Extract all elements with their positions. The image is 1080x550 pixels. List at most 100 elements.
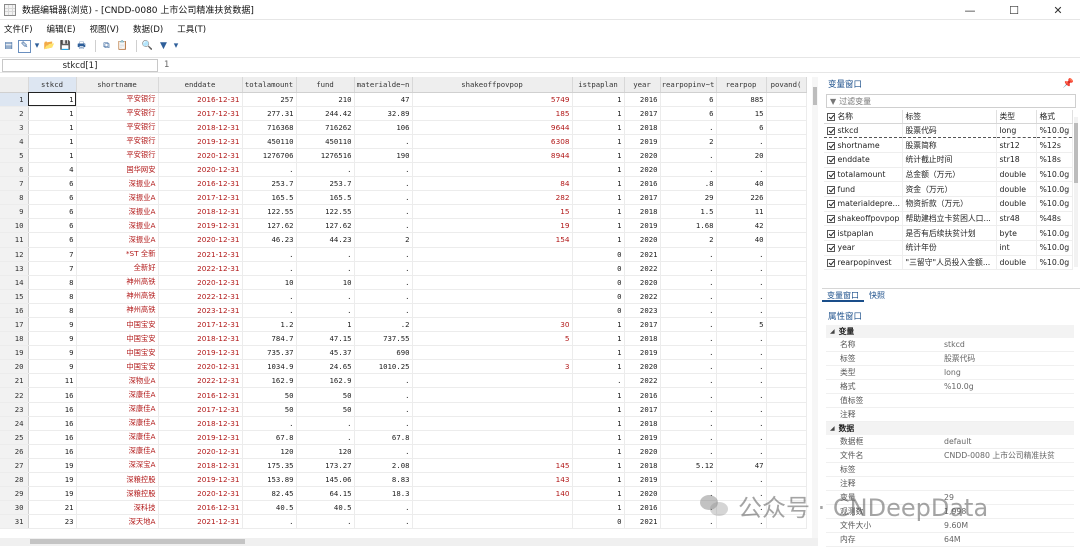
table-cell[interactable]: 1 (28, 120, 77, 135)
table-cell[interactable]: 深粮控股 (76, 486, 159, 502)
table-cell[interactable]: 深振业A (76, 176, 159, 192)
prop-group-data[interactable]: ◢ 数据 (826, 422, 1074, 435)
table-row[interactable]: 22 16 深康佳A 2016-12-31 50 50. 1 2016.. (0, 387, 807, 403)
table-cell[interactable]: 106 (354, 120, 413, 135)
variable-checkbox[interactable] (827, 244, 835, 253)
row-number[interactable]: 30 (0, 500, 29, 516)
column-header[interactable]: year (624, 77, 661, 93)
table-cell[interactable]: 中国宝安 (76, 317, 159, 333)
table-cell[interactable]: 16 (28, 416, 77, 431)
row-number[interactable]: 19 (0, 345, 29, 361)
table-row[interactable]: 30 21 深科技 2016-12-31 40.5 40.5. 1 2016.. (0, 500, 807, 516)
table-cell[interactable]: 平安银行 (76, 134, 159, 149)
table-cell[interactable] (766, 261, 807, 276)
table-row[interactable]: 25 16 深康佳A 2019-12-31 67.8. 67.8 1 2019.. (0, 430, 807, 445)
table-cell[interactable] (412, 162, 573, 178)
table-cell[interactable]: 1.68 (660, 218, 717, 234)
column-header[interactable]: materialde~n (354, 77, 413, 93)
table-cell[interactable]: . (716, 331, 767, 347)
table-cell[interactable]: 19 (28, 458, 77, 474)
table-cell[interactable]: 40.5 (296, 500, 355, 516)
table-cell[interactable]: 2016 (624, 500, 661, 516)
table-cell[interactable]: . (354, 289, 413, 304)
table-cell[interactable]: . (716, 275, 767, 290)
variable-row[interactable]: year 统计年份 int %10.0g (824, 240, 1073, 256)
table-cell[interactable]: 9 (28, 331, 77, 347)
table-cell[interactable]: 2022 (624, 289, 661, 304)
table-cell[interactable]: 50 (296, 402, 355, 417)
table-row[interactable]: 8 6 深振业A 2017-12-31 165.5 165.5. 282 1 2017 29 226 (0, 190, 807, 206)
table-cell[interactable] (766, 218, 807, 234)
table-cell[interactable]: 2017-12-31 (158, 317, 243, 333)
table-cell[interactable]: 122.55 (296, 204, 355, 220)
variable-checkbox[interactable] (827, 156, 835, 165)
table-cell[interactable]: 0 (572, 275, 625, 290)
table-row[interactable]: 24 16 深康佳A 2018-12-31... 1 2018.. (0, 416, 807, 431)
table-cell[interactable]: 深振业A (76, 218, 159, 234)
table-cell[interactable]: 140 (412, 486, 573, 502)
table-cell[interactable]: 165.5 (296, 190, 355, 206)
table-cell[interactable]: 2020 (624, 444, 661, 459)
variable-checkbox[interactable] (827, 141, 835, 150)
table-row[interactable]: 15 8 神州高铁 2022-12-31... 0 2022.. (0, 289, 807, 304)
table-cell[interactable] (766, 402, 807, 417)
search-icon[interactable]: 🔍 (141, 40, 154, 53)
property-row[interactable]: 变量 29 (826, 491, 1074, 505)
table-cell[interactable]: 深康佳A (76, 444, 159, 459)
table-cell[interactable]: 8 (28, 275, 77, 290)
table-cell[interactable]: 127.62 (296, 218, 355, 234)
row-number[interactable]: 14 (0, 275, 29, 290)
table-cell[interactable]: 153.89 (242, 472, 297, 488)
variable-checkbox[interactable] (827, 214, 835, 223)
table-row[interactable]: 6 4 国华网安 2020-12-31... 1 2020.. (0, 162, 807, 178)
filter-variables-box[interactable]: ▼ (826, 94, 1076, 108)
table-cell[interactable] (766, 120, 807, 135)
table-cell[interactable]: 42 (716, 218, 767, 234)
table-cell[interactable]: 40 (716, 232, 767, 248)
table-cell[interactable]: . (660, 444, 717, 459)
table-cell[interactable]: 深康佳A (76, 416, 159, 431)
table-cell[interactable]: 16 (28, 430, 77, 445)
cell-reference-field[interactable]: stkcd[1] (2, 59, 158, 72)
maximize-button[interactable]: ☐ (992, 0, 1036, 20)
table-cell[interactable]: 深粮控股 (76, 472, 159, 488)
table-cell[interactable]: 175.35 (242, 458, 297, 474)
table-cell[interactable]: . (242, 416, 297, 431)
table-cell[interactable]: 32.89 (354, 106, 413, 121)
table-cell[interactable]: . (716, 472, 767, 488)
table-cell[interactable]: 1 (572, 430, 625, 445)
table-cell[interactable]: . (354, 275, 413, 290)
row-number[interactable]: 7 (0, 176, 29, 192)
table-cell[interactable]: . (660, 387, 717, 403)
table-cell[interactable]: 1 (572, 500, 625, 516)
table-cell[interactable]: . (660, 345, 717, 361)
table-cell[interactable]: 1 (28, 134, 77, 149)
table-cell[interactable]: 2018-12-31 (158, 204, 243, 220)
table-cell[interactable]: 40 (716, 176, 767, 192)
property-row[interactable]: 注释 (826, 408, 1074, 422)
variable-row[interactable]: shortname 股票简称 str12 %12s (824, 137, 1073, 153)
variable-checkbox[interactable] (827, 170, 835, 179)
table-cell[interactable] (766, 472, 807, 488)
table-cell[interactable]: . (716, 402, 767, 417)
table-cell[interactable]: 9644 (412, 120, 573, 135)
table-row[interactable]: 11 6 深振业A 2020-12-31 46.23 44.23 2 154 1 2020 2 40 (0, 232, 807, 248)
property-row[interactable]: 文件名 CNDD-0080 上市公司精准扶贫 (826, 449, 1074, 463)
table-cell[interactable]: 平安银行 (76, 106, 159, 121)
table-row[interactable]: 13 7 全新好 2022-12-31... 0 2022.. (0, 261, 807, 276)
table-cell[interactable]: 1 (28, 148, 77, 163)
table-cell[interactable]: 244.42 (296, 106, 355, 121)
table-cell[interactable]: 20 (716, 148, 767, 163)
table-cell[interactable] (766, 190, 807, 206)
table-row[interactable]: 2 1 平安银行 2017-12-31 277.31 244.42 32.89 185 1 201… (0, 106, 807, 121)
grid-hscroll-thumb[interactable] (30, 539, 245, 544)
table-cell[interactable]: 2016-12-31 (158, 500, 243, 516)
table-cell[interactable]: 2020 (624, 359, 661, 375)
row-number[interactable]: 17 (0, 317, 29, 333)
table-cell[interactable]: 784.7 (242, 331, 297, 347)
property-row[interactable]: 内存 64M (826, 533, 1074, 547)
table-cell[interactable]: . (716, 514, 767, 530)
row-number[interactable]: 31 (0, 514, 29, 530)
table-cell[interactable]: 67.8 (242, 430, 297, 445)
table-cell[interactable]: 2020 (624, 275, 661, 290)
